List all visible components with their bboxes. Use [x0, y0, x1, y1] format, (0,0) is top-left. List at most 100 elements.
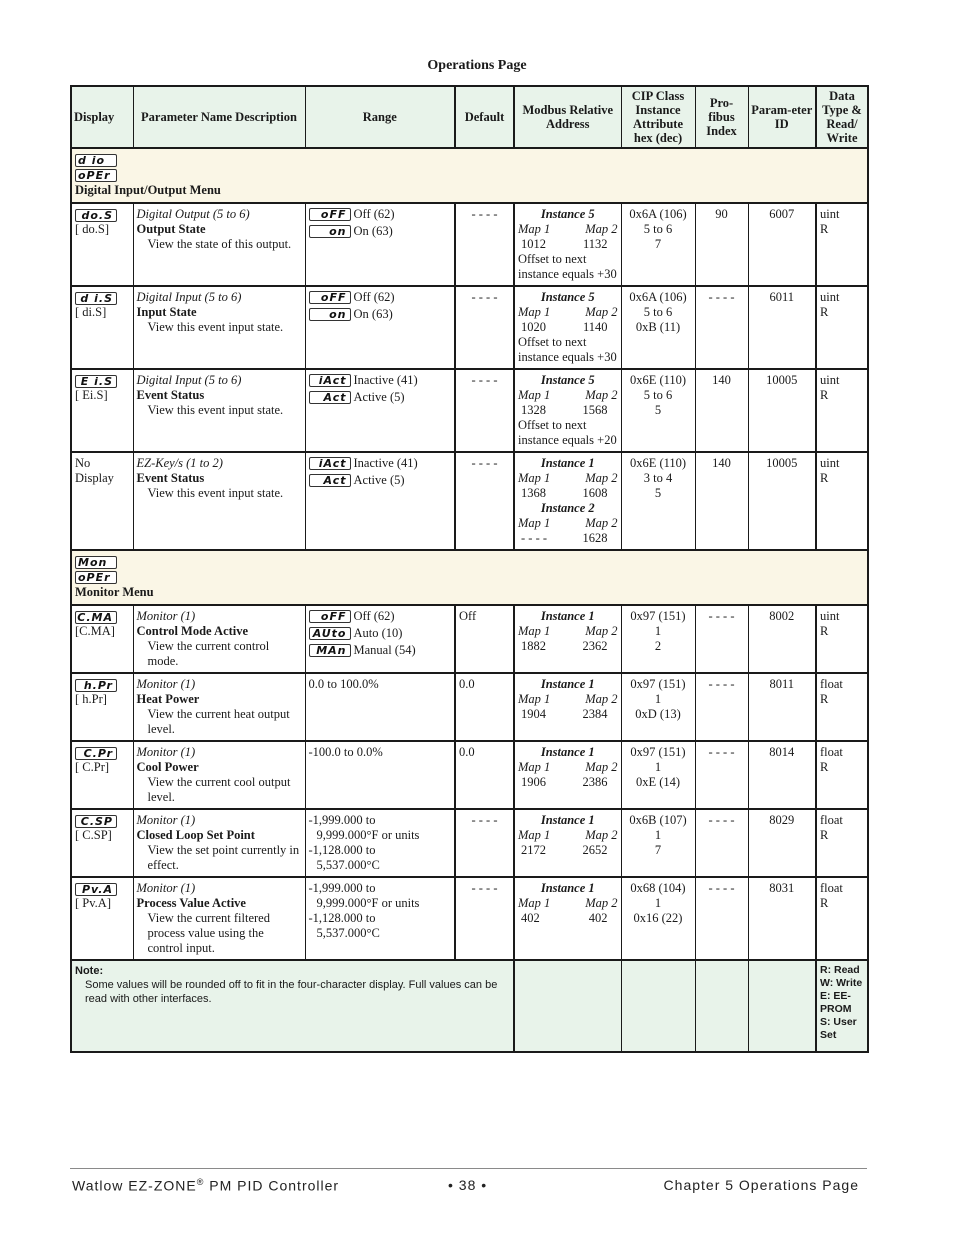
data-type-cell: uint R — [815, 202, 869, 287]
note-blank-profibus — [694, 959, 749, 1053]
range-option: MAn Manual (54) — [308, 643, 452, 658]
range-cell: 0.0 to 100.0% — [304, 672, 456, 742]
parameter-cell: Monitor (1) Cool Power View the current co… — [132, 740, 306, 810]
data-type-line: R — [820, 692, 829, 706]
seven-segment-option-code: iAct — [308, 457, 351, 470]
parameter-group: Digital Input (5 to 6) — [136, 373, 242, 387]
data-type-line: R — [820, 471, 829, 485]
data-type-line: R — [820, 828, 829, 842]
range-option: on On (63) — [308, 224, 452, 239]
map1-label: Map 1 — [518, 222, 551, 236]
modbus-cell: Instance 1 Map 1 Map 2 2172 2652 — [513, 808, 622, 878]
map1-label: Map 1 — [518, 305, 551, 319]
seven-segment-option-code: MAn — [308, 644, 351, 657]
modbus-cell: Instance 1 Map 1 Map 2 1906 2386 — [513, 740, 622, 810]
parameter-description: View the current filtered process value … — [147, 911, 270, 955]
map1-value: 1328 — [521, 403, 546, 417]
display-abbrev: [ Ei.S] — [75, 388, 108, 402]
display-cell: Pv.A[ Pv.A] — [70, 876, 134, 961]
data-type-cell: uint R — [815, 451, 869, 551]
modbus-cell: Instance 1 Map 1 Map 2 1904 2384 — [513, 672, 622, 742]
cip-cell: 0x6E (110) 5 to 65 — [620, 368, 696, 453]
map2-value: 1132 — [582, 237, 608, 251]
parameter-row: Pv.A[ Pv.A] Monitor (1) Process Value Acti… — [70, 876, 869, 961]
header-data-type: Data Type & Read/ Write — [815, 85, 869, 149]
cip-line: 0x97 (151) — [630, 609, 686, 623]
profibus-cell: - - - - — [694, 876, 749, 961]
cip-line: 0x6E (110) — [629, 456, 687, 470]
range-option-label: Inactive (41) — [353, 373, 418, 387]
data-type-cell: float R — [815, 876, 869, 961]
modbus-instance: Instance 1 — [540, 881, 595, 895]
parameter-description: View this event input state. — [147, 403, 284, 417]
map-labels: Map 1 Map 2 — [518, 222, 618, 237]
data-type-line: uint — [820, 456, 840, 470]
map-labels: Map 1 Map 2 — [518, 896, 618, 911]
map2-label: Map 2 — [585, 388, 618, 402]
cip-line: 5 to 6 — [643, 222, 673, 236]
note-blank-modbus — [513, 959, 622, 1053]
data-type-line: float — [820, 881, 843, 895]
cip-cell: 0x97 (151) 1 2 — [620, 604, 696, 674]
map2-value: 402 — [588, 911, 608, 925]
map-values: 1020 1140 — [518, 320, 618, 335]
cip-line: 0x16 (22) — [633, 911, 683, 925]
range-text: 5,537.000°C — [316, 926, 380, 940]
header-default: Default — [454, 85, 515, 149]
map1-label: Map 1 — [518, 516, 551, 530]
page-footer: Watlow EZ-ZONE® PM PID Controller • 38 •… — [72, 1177, 859, 1194]
data-type-line: R — [820, 222, 829, 236]
parameter-group: Monitor (1) — [136, 677, 196, 691]
default-cell: 0.0 — [454, 740, 515, 810]
display-cell: C.SP[ C.SP] — [70, 808, 134, 878]
data-type-line: float — [820, 813, 843, 827]
range-cell: -1,999.000 to 9,999.000°F or units -1,128.… — [304, 808, 456, 878]
map-values: 1882 2362 — [518, 639, 618, 654]
data-type-line: uint — [820, 207, 840, 221]
data-type-line: R — [820, 760, 829, 774]
map2-value: 1140 — [582, 320, 608, 334]
menu-title: Digital Input/Output Menu — [75, 183, 221, 197]
data-type-line: R — [820, 388, 829, 402]
map1-value: 1904 — [521, 707, 546, 721]
param-id-cell: 8031 — [747, 876, 817, 961]
param-id-cell: 8014 — [747, 740, 817, 810]
profibus-cell: - - - - — [694, 808, 749, 878]
map-values: 1368 1608 — [518, 486, 618, 501]
map1-value: 1012 — [521, 237, 546, 251]
map2-label: Map 2 — [585, 305, 618, 319]
rw-legend-cell: R: Read W: Write E: EE-PROM S: User Set — [815, 959, 869, 1053]
cip-line: 0x68 (104) — [630, 881, 686, 895]
seven-segment-option-code: Act — [308, 474, 351, 487]
table-header-row: Display Parameter Name Description Range… — [70, 85, 869, 149]
cip-line: 1 — [654, 896, 662, 910]
cip-line: 0xD (13) — [635, 707, 681, 721]
data-type-cell: float R — [815, 808, 869, 878]
header-modbus: Modbus Relative Address — [513, 85, 622, 149]
modbus-offset: Offset to next instance equals +20 — [518, 418, 617, 447]
map-values: 402 402 — [518, 911, 618, 926]
range-option-label: Off (62) — [353, 609, 395, 623]
range-option: oFF Off (62) — [308, 207, 452, 222]
map1-label: Map 1 — [518, 388, 551, 402]
data-type-cell: uint R — [815, 368, 869, 453]
param-id-cell: 6007 — [747, 202, 817, 287]
seven-segment-display-code: do.S — [75, 208, 117, 222]
modbus-cell: Instance 1 Map 1 Map 2 1882 2362 — [513, 604, 622, 674]
cip-cell: 0x6A (106) 5 to 6 0xB (11) — [620, 285, 696, 370]
modbus-instance: Instance 5 — [540, 207, 595, 221]
map2-value: 1568 — [582, 403, 608, 417]
parameter-description: View the current control mode. — [147, 639, 270, 668]
seven-segment-option-code: on — [308, 225, 351, 238]
default-cell: - - - - — [454, 368, 515, 453]
menu-header-row: d io oPEr Digital Input/Output Menu — [70, 147, 869, 204]
range-option-label: On (63) — [353, 224, 393, 238]
cip-line: 5 to 6 — [643, 305, 673, 319]
map2-value: 1608 — [582, 486, 608, 500]
range-cell: oFF Off (62) on On (63) — [304, 202, 456, 287]
map-values: 1012 1132 — [518, 237, 618, 252]
note-cell: Note: Some values will be rounded off to … — [70, 959, 515, 1053]
map2-value: 2652 — [582, 843, 608, 857]
note-blank-param-id — [747, 959, 817, 1053]
data-type-cell: uint R — [815, 604, 869, 674]
